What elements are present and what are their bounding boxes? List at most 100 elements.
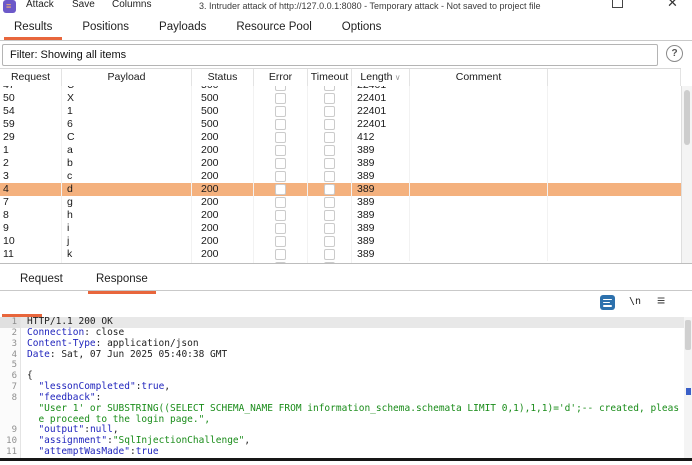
length-cell: 389 (352, 222, 410, 235)
error-cell (254, 196, 308, 209)
result-row[interactable]: 2b200389 (0, 157, 681, 170)
tab-positions[interactable]: Positions (78, 16, 133, 40)
error-checkbox[interactable] (275, 132, 286, 143)
editor-menu-icon[interactable]: ≡ (657, 292, 665, 308)
result-row[interactable]: 4d200389 (0, 183, 681, 196)
column-header-status[interactable]: Status (192, 69, 254, 87)
line-number: 5 (0, 360, 21, 371)
menu-save[interactable]: Save (72, 0, 95, 10)
maximize-button[interactable] (612, 0, 623, 8)
result-row[interactable]: 10j200389 (0, 235, 681, 248)
error-checkbox[interactable] (275, 158, 286, 169)
payload-cell: j (62, 235, 192, 248)
timeout-checkbox[interactable] (324, 158, 335, 169)
menu-columns[interactable]: Columns (112, 0, 151, 10)
line-number: 8 (0, 393, 21, 404)
error-checkbox[interactable] (275, 145, 286, 156)
error-checkbox[interactable] (275, 93, 286, 104)
payload-cell: k (62, 248, 192, 261)
table-scrollbar[interactable] (681, 86, 692, 263)
error-checkbox[interactable] (275, 249, 286, 260)
request-cell: 2 (0, 157, 62, 170)
result-row[interactable]: 50X50022401 (0, 92, 681, 105)
column-header-timeout[interactable]: Timeout (308, 69, 352, 87)
error-checkbox[interactable] (275, 197, 286, 208)
column-header-error[interactable]: Error (254, 69, 308, 87)
payload-cell: 1 (62, 105, 192, 118)
timeout-checkbox[interactable] (324, 119, 335, 130)
error-checkbox[interactable] (275, 210, 286, 221)
results-table-body: 47U5002240150X50022401541500224015965002… (0, 86, 681, 263)
result-row[interactable]: 54150022401 (0, 105, 681, 118)
wrap-lines-icon[interactable] (600, 295, 615, 310)
line-number: 10 (0, 436, 21, 447)
tab-options[interactable]: Options (338, 16, 386, 40)
length-cell: 389 (352, 196, 410, 209)
timeout-checkbox[interactable] (324, 210, 335, 221)
line-number (0, 404, 21, 415)
error-cell (254, 235, 308, 248)
error-checkbox[interactable] (275, 106, 286, 117)
timeout-cell (308, 248, 352, 261)
timeout-checkbox[interactable] (324, 132, 335, 143)
editor-tab-response[interactable]: Response (88, 270, 156, 291)
response-scrollbar-thumb[interactable] (685, 320, 691, 350)
menu-attack[interactable]: Attack (26, 0, 54, 10)
column-header-spacer (548, 69, 681, 87)
error-checkbox[interactable] (275, 171, 286, 182)
result-row[interactable]: 11k200389 (0, 248, 681, 261)
timeout-checkbox[interactable] (324, 145, 335, 156)
tab-payloads[interactable]: Payloads (155, 16, 210, 40)
result-row[interactable]: 9i200389 (0, 222, 681, 235)
result-row[interactable]: 8h200389 (0, 209, 681, 222)
timeout-checkbox[interactable] (324, 249, 335, 260)
response-viewer[interactable]: 1HTTP/1.1 200 OK2Connection: close3Conte… (0, 317, 684, 458)
error-checkbox[interactable] (275, 86, 286, 91)
timeout-checkbox[interactable] (324, 184, 335, 195)
error-cell (254, 105, 308, 118)
column-header-comment[interactable]: Comment (410, 69, 548, 87)
result-row[interactable]: 29C200412 (0, 131, 681, 144)
comment-cell (410, 183, 548, 196)
comment-cell (410, 248, 548, 261)
column-header-length[interactable]: Length ∨ (352, 69, 410, 87)
result-row[interactable]: 59650022401 (0, 118, 681, 131)
editor-tab-request[interactable]: Request (12, 270, 71, 291)
request-cell: 9 (0, 222, 62, 235)
payload-cell: g (62, 196, 192, 209)
filter-bar[interactable]: Filter: Showing all items (2, 44, 658, 66)
timeout-checkbox[interactable] (324, 106, 335, 117)
title-bar: ≡ Attack Save Columns 3. Intruder attack… (0, 0, 692, 16)
close-button[interactable]: ✕ (667, 0, 678, 11)
column-header-payload[interactable]: Payload (62, 69, 192, 87)
line-number: 6 (0, 371, 21, 382)
request-cell: 7 (0, 196, 62, 209)
timeout-checkbox[interactable] (324, 223, 335, 234)
timeout-checkbox[interactable] (324, 171, 335, 182)
show-newlines-icon[interactable]: \n (629, 296, 641, 307)
comment-cell (410, 196, 548, 209)
error-checkbox[interactable] (275, 184, 286, 195)
error-checkbox[interactable] (275, 236, 286, 247)
timeout-checkbox[interactable] (324, 236, 335, 247)
result-row[interactable]: 7g200389 (0, 196, 681, 209)
column-header-request[interactable]: Request (0, 69, 62, 87)
request-cell: 3 (0, 170, 62, 183)
window-bottom-edge[interactable] (0, 458, 692, 461)
splitter[interactable] (0, 263, 692, 264)
tab-results[interactable]: Results (10, 16, 56, 40)
timeout-checkbox[interactable] (324, 86, 335, 91)
result-row[interactable]: 3c200389 (0, 170, 681, 183)
table-scrollbar-thumb[interactable] (684, 90, 690, 145)
tab-resource-pool[interactable]: Resource Pool (232, 16, 315, 40)
help-icon[interactable]: ? (666, 45, 683, 62)
error-checkbox[interactable] (275, 119, 286, 130)
timeout-checkbox[interactable] (324, 197, 335, 208)
result-row[interactable]: 1a200389 (0, 144, 681, 157)
error-cell (254, 222, 308, 235)
timeout-cell (308, 144, 352, 157)
length-cell: 389 (352, 170, 410, 183)
timeout-cell (308, 118, 352, 131)
error-checkbox[interactable] (275, 223, 286, 234)
timeout-checkbox[interactable] (324, 93, 335, 104)
